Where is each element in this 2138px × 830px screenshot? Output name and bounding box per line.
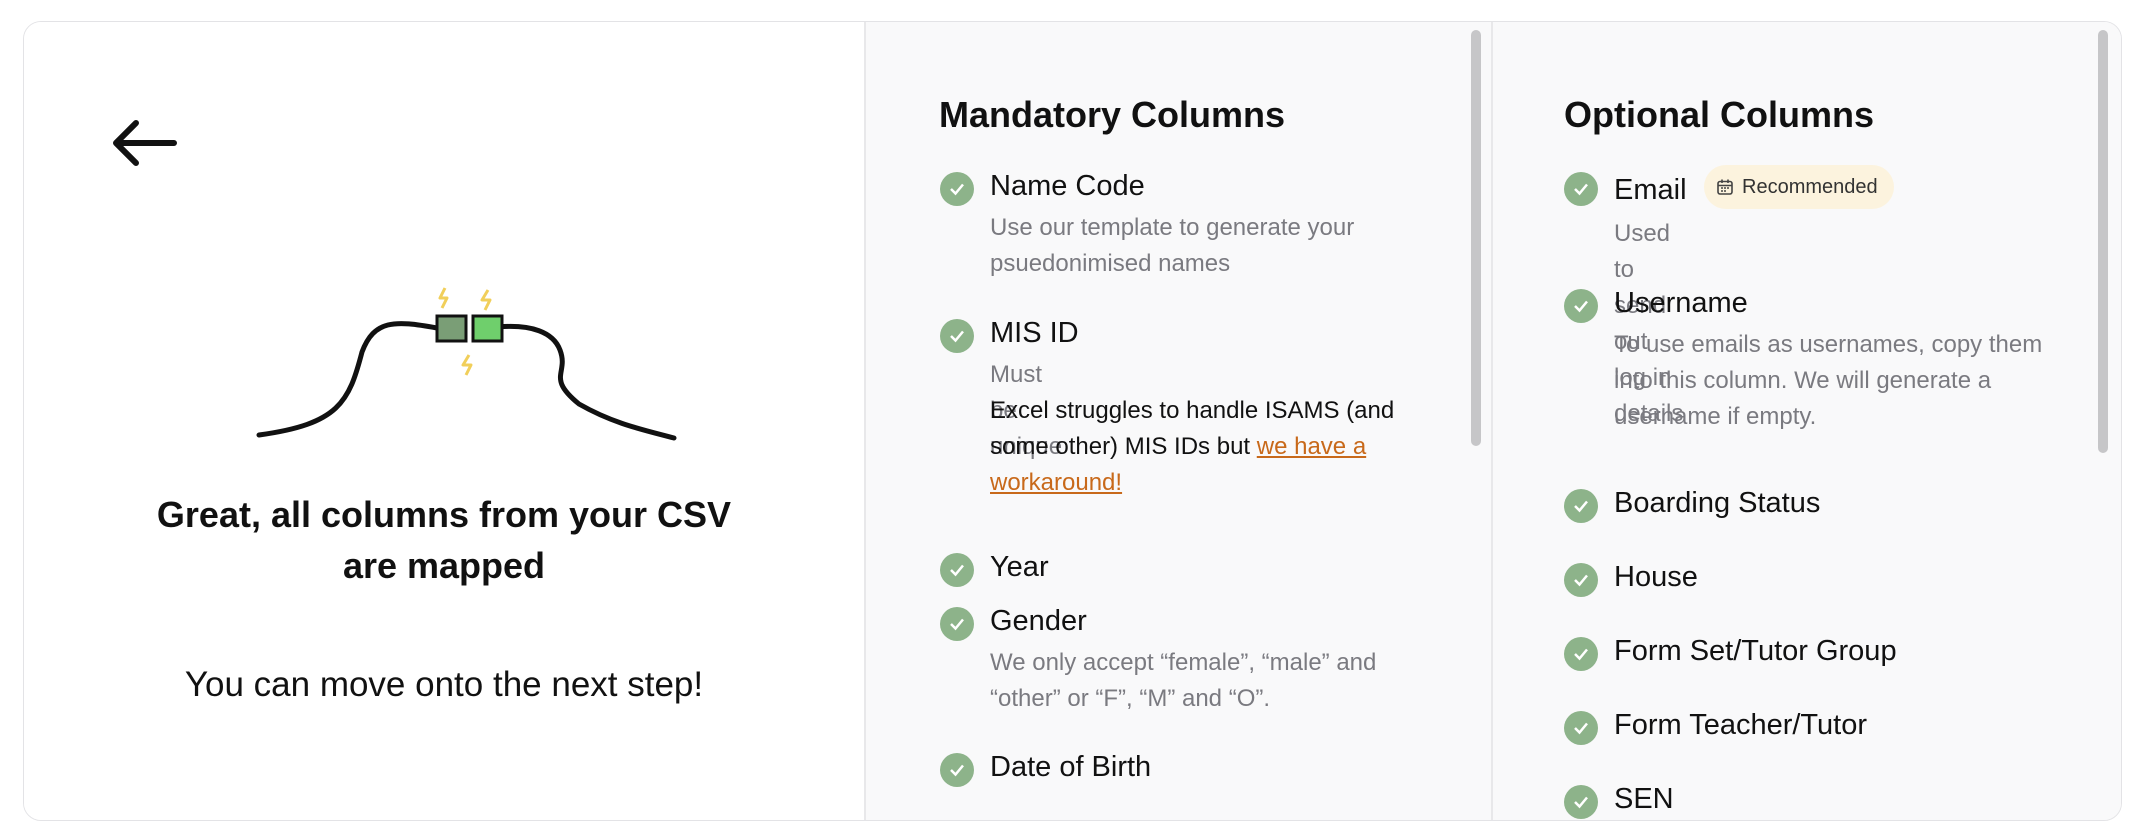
check-circle-icon [1564,637,1598,671]
column-name: Gender [990,605,1087,637]
column-name: Date of Birth [990,751,1152,783]
success-subtitle: You can move onto the next step! [184,665,704,704]
column-description: Use our template to generate your psuedo… [990,214,1355,277]
column-name: Form Teacher/Tutor [1614,709,1868,741]
check-circle-icon [940,553,974,587]
column-name: SEN [1614,783,1674,815]
success-title: Great, all columns from your CSV are map… [156,494,732,586]
mandatory-columns-panel: Mandatory Columns Name Code Use our temp… [866,22,1491,820]
column-name: House [1614,561,1698,593]
column-name: Year [990,551,1049,583]
badge-label: Recommended [1742,175,1878,198]
arrow-left-icon [113,120,177,166]
column-name: Form Set/Tutor Group [1614,635,1897,667]
calendar-icon [1717,179,1733,195]
mandatory-columns-title: Mandatory Columns [939,94,1286,135]
csv-mapping-card: Great, all columns from your CSV are map… [23,21,2122,821]
column-description: We only accept “female”, “male” and “oth… [990,649,1377,712]
check-circle-icon [1564,172,1598,206]
check-circle-icon [1564,711,1598,745]
column-description: To use emails as usernames, copy them in… [1614,331,2043,430]
column-name: Email [1614,174,1687,206]
column-name: MIS ID [990,317,1079,349]
check-circle-icon [940,607,974,641]
mapping-status-panel: Great, all columns from your CSV are map… [24,22,864,820]
check-circle-icon [940,319,974,353]
plug-right [471,314,504,343]
back-button[interactable] [108,115,180,171]
optional-scrollbar[interactable] [2098,30,2108,814]
column-note: Excel struggles to handle ISAMS (and som… [990,393,1430,501]
optional-columns-panel: Optional Columns Email Recommended Used … [1493,22,2121,820]
spark-icon [480,289,492,311]
spark-icon [461,354,473,376]
check-circle-icon [1564,785,1598,819]
recommended-badge: Recommended [1704,165,1894,209]
plug-left [435,314,468,343]
optional-columns-title: Optional Columns [1564,94,1874,135]
check-circle-icon [1564,489,1598,523]
column-name: Boarding Status [1614,487,1821,519]
connected-cable-illustration [256,287,677,441]
spark-icon [438,287,449,309]
scrollbar-thumb[interactable] [2098,30,2108,453]
column-name: Username [1614,287,1748,319]
scrollbar-thumb[interactable] [1471,30,1481,446]
mandatory-scrollbar[interactable] [1471,30,1481,814]
check-circle-icon [1564,563,1598,597]
check-circle-icon [940,172,974,206]
column-name: Name Code [990,170,1145,202]
check-circle-icon [940,753,974,787]
check-circle-icon [1564,289,1598,323]
